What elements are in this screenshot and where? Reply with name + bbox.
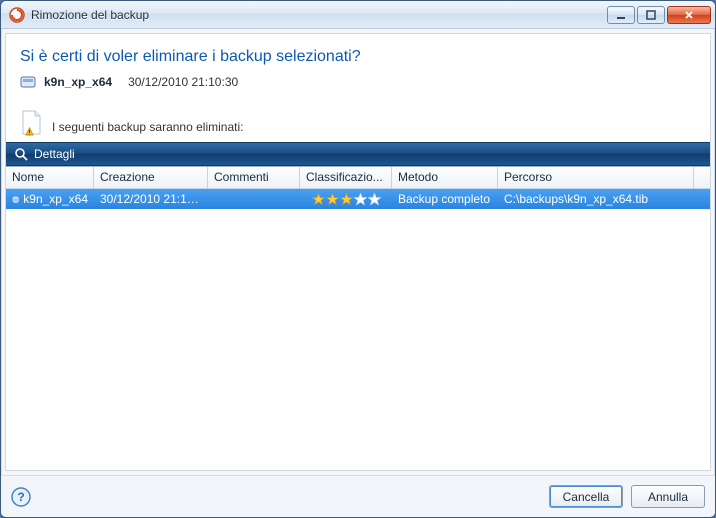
minimize-button[interactable] — [607, 6, 635, 24]
backup-table: Nome Creazione Commenti Classificazio...… — [6, 166, 710, 470]
document-warning-icon — [20, 110, 42, 136]
help-icon[interactable]: ? — [11, 487, 31, 507]
col-path[interactable]: Percorso — [498, 167, 694, 188]
cell-rating — [300, 193, 392, 206]
table-row[interactable]: k9n_xp_x64 30/12/2010 21:10:30 Back — [6, 189, 710, 209]
col-rating[interactable]: Classificazio... — [300, 167, 392, 188]
col-name[interactable]: Nome — [6, 167, 94, 188]
close-button[interactable] — [667, 6, 711, 24]
cancel-button[interactable]: Annulla — [631, 485, 705, 508]
selected-backup-name: k9n_xp_x64 — [44, 75, 112, 89]
dialog-heading: Si è certi di voler eliminare i backup s… — [6, 34, 710, 74]
star-icon — [326, 193, 339, 206]
note-row: I seguenti backup saranno eliminati: — [6, 100, 710, 142]
window-controls — [607, 6, 711, 24]
delete-button[interactable]: Cancella — [549, 485, 623, 508]
app-icon — [9, 7, 25, 23]
cell-path: C:\backups\k9n_xp_x64.tib — [498, 192, 710, 206]
maximize-button[interactable] — [637, 6, 665, 24]
cell-method: Backup completo — [392, 192, 498, 206]
col-comment[interactable]: Commenti — [208, 167, 300, 188]
backup-drive-icon — [20, 74, 36, 90]
cell-name: k9n_xp_x64 — [6, 192, 94, 206]
table-body[interactable]: k9n_xp_x64 30/12/2010 21:10:30 Back — [6, 189, 710, 470]
star-icon — [368, 193, 381, 206]
backup-row-icon — [12, 192, 19, 206]
col-method[interactable]: Metodo — [392, 167, 498, 188]
dialog-footer: ? Cancella Annulla — [1, 475, 715, 517]
selected-backup-row: k9n_xp_x64 30/12/2010 21:10:30 — [6, 74, 710, 100]
cell-name-text: k9n_xp_x64 — [23, 192, 88, 206]
col-tail — [694, 167, 710, 188]
titlebar[interactable]: Rimozione del backup — [1, 1, 715, 29]
note-text: I seguenti backup saranno eliminati: — [52, 120, 243, 136]
star-icon — [340, 193, 353, 206]
table-header: Nome Creazione Commenti Classificazio...… — [6, 167, 710, 189]
selected-backup-date: 30/12/2010 21:10:30 — [128, 75, 238, 89]
dialog-window: Rimozione del backup Si è certi di voler… — [0, 0, 716, 518]
details-label: Dettagli — [34, 147, 75, 161]
cell-created: 30/12/2010 21:10:30 — [94, 192, 208, 206]
col-created[interactable]: Creazione — [94, 167, 208, 188]
content-area: Si è certi di voler eliminare i backup s… — [5, 33, 711, 471]
magnifier-icon — [14, 147, 28, 161]
star-icon — [354, 193, 367, 206]
svg-text:?: ? — [17, 490, 24, 504]
rating-stars — [306, 193, 386, 206]
star-icon — [312, 193, 325, 206]
details-header[interactable]: Dettagli — [6, 142, 710, 166]
window-title: Rimozione del backup — [31, 8, 607, 22]
